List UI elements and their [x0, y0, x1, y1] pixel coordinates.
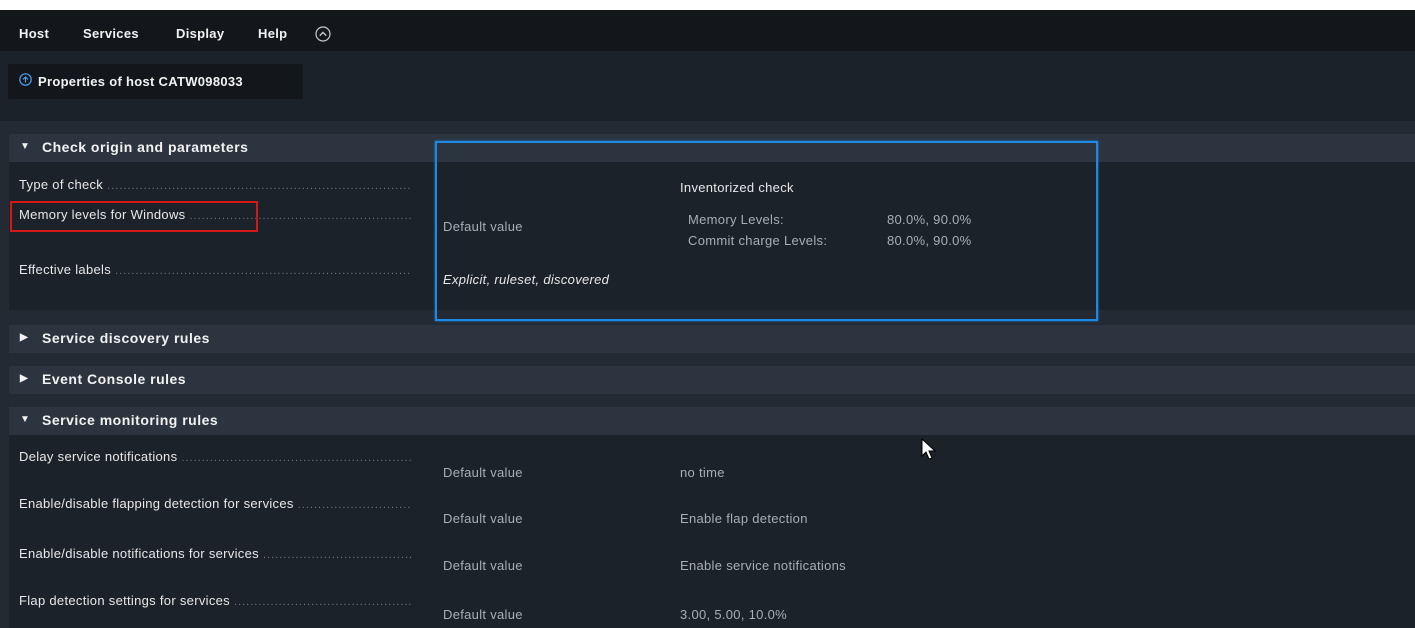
- menu-services[interactable]: Services: [83, 26, 139, 41]
- expanded-triangle-icon: ▼: [20, 141, 31, 152]
- row-label-delay-notifications[interactable]: Delay service notifications: [19, 449, 411, 464]
- service-notifications-value: Enable service notifications: [680, 558, 846, 573]
- mouse-cursor-icon: [921, 438, 937, 460]
- section-label: Event Console rules: [42, 371, 187, 387]
- circle-arrow-up-icon: [19, 73, 32, 86]
- flapping-detection-default: Default value: [443, 511, 523, 526]
- collapsed-triangle-icon: ▶: [20, 332, 29, 343]
- section-label: Service discovery rules: [42, 330, 210, 346]
- row-label-flap-settings[interactable]: Flap detection settings for services: [19, 593, 411, 608]
- row-label-type-of-check[interactable]: Type of check: [19, 177, 411, 192]
- chevron-up-circle-icon[interactable]: [315, 26, 331, 42]
- highlight-box-red: [10, 201, 258, 232]
- flap-settings-value: 3.00, 5.00, 10.0%: [680, 607, 788, 622]
- menu-help[interactable]: Help: [258, 26, 287, 41]
- delay-notifications-default: Default value: [443, 465, 523, 480]
- top-strip: [0, 0, 1415, 10]
- delay-notifications-value: no time: [680, 465, 725, 480]
- section-event-console[interactable]: ▶ Event Console rules: [9, 366, 1415, 394]
- highlight-box-blue: [435, 141, 1098, 321]
- section-service-discovery[interactable]: ▶ Service discovery rules: [9, 325, 1415, 353]
- flap-settings-default: Default value: [443, 607, 523, 622]
- collapsed-triangle-icon: ▶: [20, 373, 29, 384]
- menu-display[interactable]: Display: [176, 26, 224, 41]
- section-label: Check origin and parameters: [42, 139, 249, 155]
- menu-host[interactable]: Host: [19, 26, 49, 41]
- row-label-flapping-detection[interactable]: Enable/disable flapping detection for se…: [19, 496, 411, 511]
- expanded-triangle-icon: ▼: [20, 414, 31, 425]
- row-label-service-notifications[interactable]: Enable/disable notifications for service…: [19, 546, 411, 561]
- service-notifications-default: Default value: [443, 558, 523, 573]
- flapping-detection-value: Enable flap detection: [680, 511, 808, 526]
- section-service-monitoring[interactable]: ▼ Service monitoring rules: [9, 407, 1415, 435]
- section-label: Service monitoring rules: [42, 412, 219, 428]
- row-label-effective-labels[interactable]: Effective labels: [19, 262, 411, 277]
- page-title: Properties of host CATW098033: [38, 74, 243, 89]
